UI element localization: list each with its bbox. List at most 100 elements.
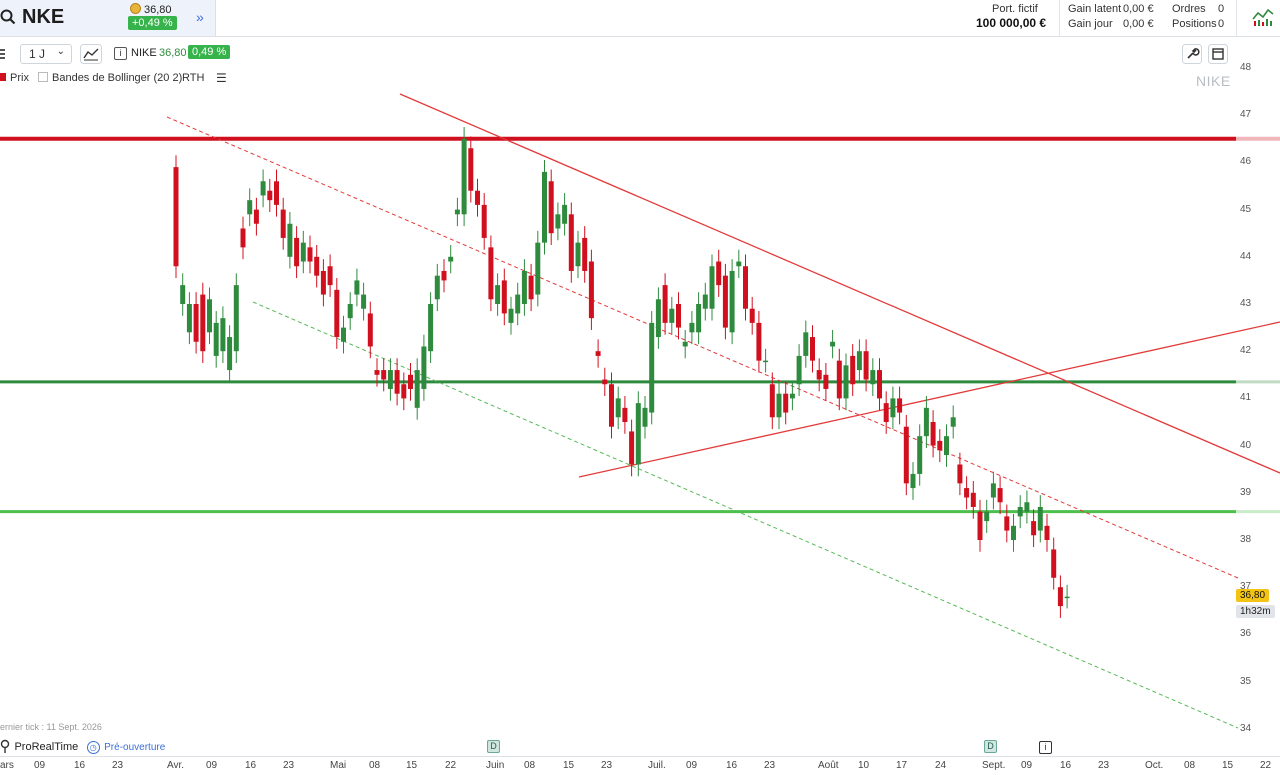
candle-body — [856, 351, 862, 371]
candle-body — [267, 190, 273, 201]
candle-body — [649, 322, 655, 413]
info-icon[interactable]: i — [114, 47, 127, 60]
x-tick-label: Juil. — [648, 760, 666, 771]
y-tick-label: 40 — [1240, 439, 1252, 451]
candle-body — [220, 318, 226, 352]
candle-body — [602, 379, 608, 385]
x-tick-label: 24 — [935, 760, 947, 771]
candle-body — [642, 407, 648, 427]
list-icon[interactable]: ☰ — [216, 71, 227, 85]
gain-latent-value: 0,00 € — [1123, 3, 1154, 15]
candle-body — [233, 285, 239, 352]
candle-body — [863, 351, 869, 380]
candle-body — [1037, 506, 1043, 531]
legend-rth[interactable]: RTH — [182, 72, 204, 84]
y-tick-label: 35 — [1240, 675, 1252, 687]
candle-body — [917, 436, 923, 474]
candle-body — [1017, 506, 1023, 517]
portfolio-chart-icon[interactable] — [1252, 7, 1274, 27]
candle-body — [562, 204, 568, 224]
positions-value: 0 — [1218, 18, 1225, 30]
ordres-value: 0 — [1218, 3, 1225, 15]
x-tick-label: Oct. — [1145, 760, 1164, 771]
candle-body — [923, 407, 929, 437]
candle-body — [200, 294, 206, 352]
candle-body — [575, 242, 581, 267]
candle-body — [615, 398, 621, 418]
chart-price: 36,80 — [159, 47, 187, 59]
candle-body — [970, 492, 976, 507]
x-tick-label: 15 — [1222, 760, 1234, 771]
x-tick-label: 15 — [406, 760, 418, 771]
candle-body — [535, 242, 541, 295]
wrench-icon[interactable] — [1182, 44, 1202, 64]
ordres-label[interactable]: Ordres — [1172, 3, 1206, 15]
candle-body — [810, 337, 815, 361]
ticker-box[interactable]: NKE 36,80 +0,49 % » — [0, 0, 216, 36]
candle-body — [769, 384, 775, 418]
price-chart[interactable] — [0, 0, 1280, 774]
candle-body — [729, 270, 735, 333]
menu-icon[interactable] — [0, 46, 8, 62]
legend-bollinger-label: Bandes de Bollinger (20 2) — [52, 72, 183, 84]
candle-body — [387, 370, 393, 389]
y-tick-label: 36 — [1240, 628, 1252, 640]
candle-body — [635, 403, 641, 465]
divider — [1236, 0, 1237, 36]
candle-body — [501, 280, 507, 314]
candle-body — [903, 426, 909, 484]
candle-body — [381, 370, 387, 380]
candle-body — [984, 511, 990, 522]
channel-line-dashed-red — [166, 116, 1239, 579]
candle-body — [421, 346, 427, 389]
candle-body — [669, 308, 675, 323]
candle-body — [789, 393, 795, 399]
x-tick-label: 09 — [686, 760, 698, 771]
chart-type-icon[interactable] — [80, 44, 102, 64]
candle-body — [495, 285, 501, 304]
y-tick-label: 45 — [1240, 203, 1252, 215]
window-icon[interactable] — [1208, 44, 1228, 64]
dividend-event-icon[interactable]: D — [487, 740, 500, 753]
positions-label[interactable]: Positions — [1172, 18, 1217, 30]
chart-change-badge: 0,49 % — [188, 45, 231, 59]
candle-body — [870, 370, 876, 385]
candle-body — [930, 422, 936, 446]
candle-body — [401, 384, 407, 399]
candle-body — [253, 209, 259, 224]
candle-body — [260, 181, 266, 196]
x-tick-label: 09 — [206, 760, 218, 771]
candle-body — [796, 355, 802, 385]
x-tick-label: Mai — [330, 760, 347, 771]
candle-body — [830, 341, 836, 347]
interval-label: 1 J — [29, 47, 46, 61]
double-chevron-right-icon[interactable]: » — [196, 9, 204, 25]
candle-body — [736, 261, 742, 267]
candle-body — [515, 294, 521, 314]
dividend-event-icon[interactable]: D — [984, 740, 997, 753]
candle-body — [461, 138, 467, 215]
candle-body — [186, 304, 192, 333]
candle-body — [897, 398, 903, 413]
last-tick-text: ernier tick : 11 Sept. 2026 — [0, 722, 102, 732]
legend-prix[interactable]: Prix — [0, 72, 29, 84]
x-tick-label: 16 — [74, 760, 86, 771]
candle-body — [300, 242, 306, 262]
x-tick-label: 15 — [563, 760, 575, 771]
search-icon[interactable] — [0, 9, 16, 25]
candle-body — [1064, 596, 1070, 599]
pin-icon — [0, 739, 10, 753]
legend-prix-label: Prix — [10, 72, 29, 84]
interval-selector[interactable]: 1 J ⌄ — [20, 44, 72, 64]
legend-bollinger[interactable]: Bandes de Bollinger (20 2) — [38, 72, 182, 84]
candle-body — [341, 327, 346, 342]
candle-body — [327, 266, 333, 286]
candle-body — [394, 370, 400, 394]
candle-body — [609, 384, 614, 427]
portfolio-label: Port. fictif — [992, 3, 1038, 15]
info-event-icon[interactable]: i — [1039, 741, 1052, 754]
candle-body — [977, 511, 983, 540]
candle-body — [836, 360, 842, 399]
candle-body — [662, 285, 668, 323]
candle-body — [595, 351, 601, 356]
